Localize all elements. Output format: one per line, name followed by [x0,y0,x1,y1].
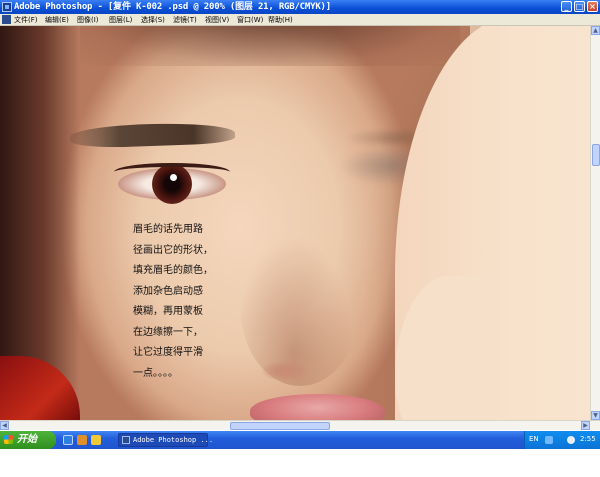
clock: 2:55 [580,435,596,443]
vertical-scrollbar[interactable]: ▲ ▼ [590,26,600,420]
maximize-button[interactable]: □ [574,1,585,12]
caption-line: 填充眉毛的颜色， [133,265,213,276]
menu-select[interactable]: 选择(S) [141,15,165,25]
hair-top [80,26,460,66]
scroll-down-arrow-icon[interactable]: ▼ [591,411,600,420]
help-icon[interactable] [545,436,553,444]
eyelid [114,163,230,181]
photoshop-icon [2,15,11,24]
nose-shading [240,226,360,386]
horizontal-scrollbar[interactable]: ◀ ▶ [0,420,600,430]
menu-layer[interactable]: 图层(L) [109,15,132,25]
document-canvas[interactable]: 眉毛的话先用路 径画出它的形状， 填充眉毛的颜色， 添加杂色启动感 模糊，再用蒙… [0,26,590,420]
system-tray: EN 2:55 [524,431,600,449]
photoshop-icon [2,2,12,12]
caption-line: 眉毛的话先用路 [133,224,203,235]
menu-image[interactable]: 图像(I) [77,15,99,25]
menu-file[interactable]: 文件(F) [14,15,38,25]
nostril [262,361,308,381]
caption-line: 一点。。。。 [133,367,178,379]
menu-view[interactable]: 视图(V) [205,15,229,25]
lips [250,394,385,420]
ie-icon[interactable] [63,435,73,445]
minimize-button[interactable]: _ [561,1,572,12]
language-indicator[interactable]: EN [529,434,539,445]
caption-line: 在边缘擦一下， [133,326,203,338]
menu-help[interactable]: 帮助(H) [268,15,293,25]
taskbar-photoshop-button[interactable]: Adobe Photoshop ... [118,433,213,447]
media-player-icon[interactable] [77,435,87,445]
scroll-up-arrow-icon[interactable]: ▲ [591,26,600,35]
task-label: Adobe Photoshop ... [133,436,214,444]
scroll-right-arrow-icon[interactable]: ▶ [581,421,590,430]
close-button[interactable]: × [587,1,598,12]
scroll-left-arrow-icon[interactable]: ◀ [0,421,9,430]
windows-flag-icon [4,435,13,444]
taskbar: 开始 Adobe Photoshop ... EN 2:55 [0,431,600,449]
folder-icon[interactable] [91,435,101,445]
tutorial-caption: 眉毛的话先用路 径画出它的形状， 填充眉毛的颜色， 添加杂色启动感 模糊，再用蒙… [133,220,243,384]
photoshop-icon [122,436,130,444]
menu-bar: 文件(F) 编辑(E) 图像(I) 图层(L) 选择(S) 滤镜(T) 视图(V… [0,14,600,26]
start-button[interactable]: 开始 [0,431,56,449]
caption-line: 径画出它的形状， [133,244,213,256]
caption-line: 模糊，再用蒙板 [133,306,203,317]
menu-window[interactable]: 窗口(W) [237,15,263,25]
menu-filter[interactable]: 滤镜(T) [173,15,197,25]
menu-edit[interactable]: 编辑(E) [45,15,69,25]
caption-line: 让它过度得平滑 [133,347,203,358]
start-label: 开始 [17,434,37,445]
horizontal-scroll-thumb[interactable] [230,422,330,430]
window-title: Adobe Photoshop - [复件 K-002 .psd @ 200% … [14,2,331,12]
volume-icon[interactable] [567,436,575,444]
title-bar: Adobe Photoshop - [复件 K-002 .psd @ 200% … [0,0,600,14]
vertical-scroll-thumb[interactable] [592,144,600,166]
caption-line: 添加杂色启动感 [133,285,203,297]
